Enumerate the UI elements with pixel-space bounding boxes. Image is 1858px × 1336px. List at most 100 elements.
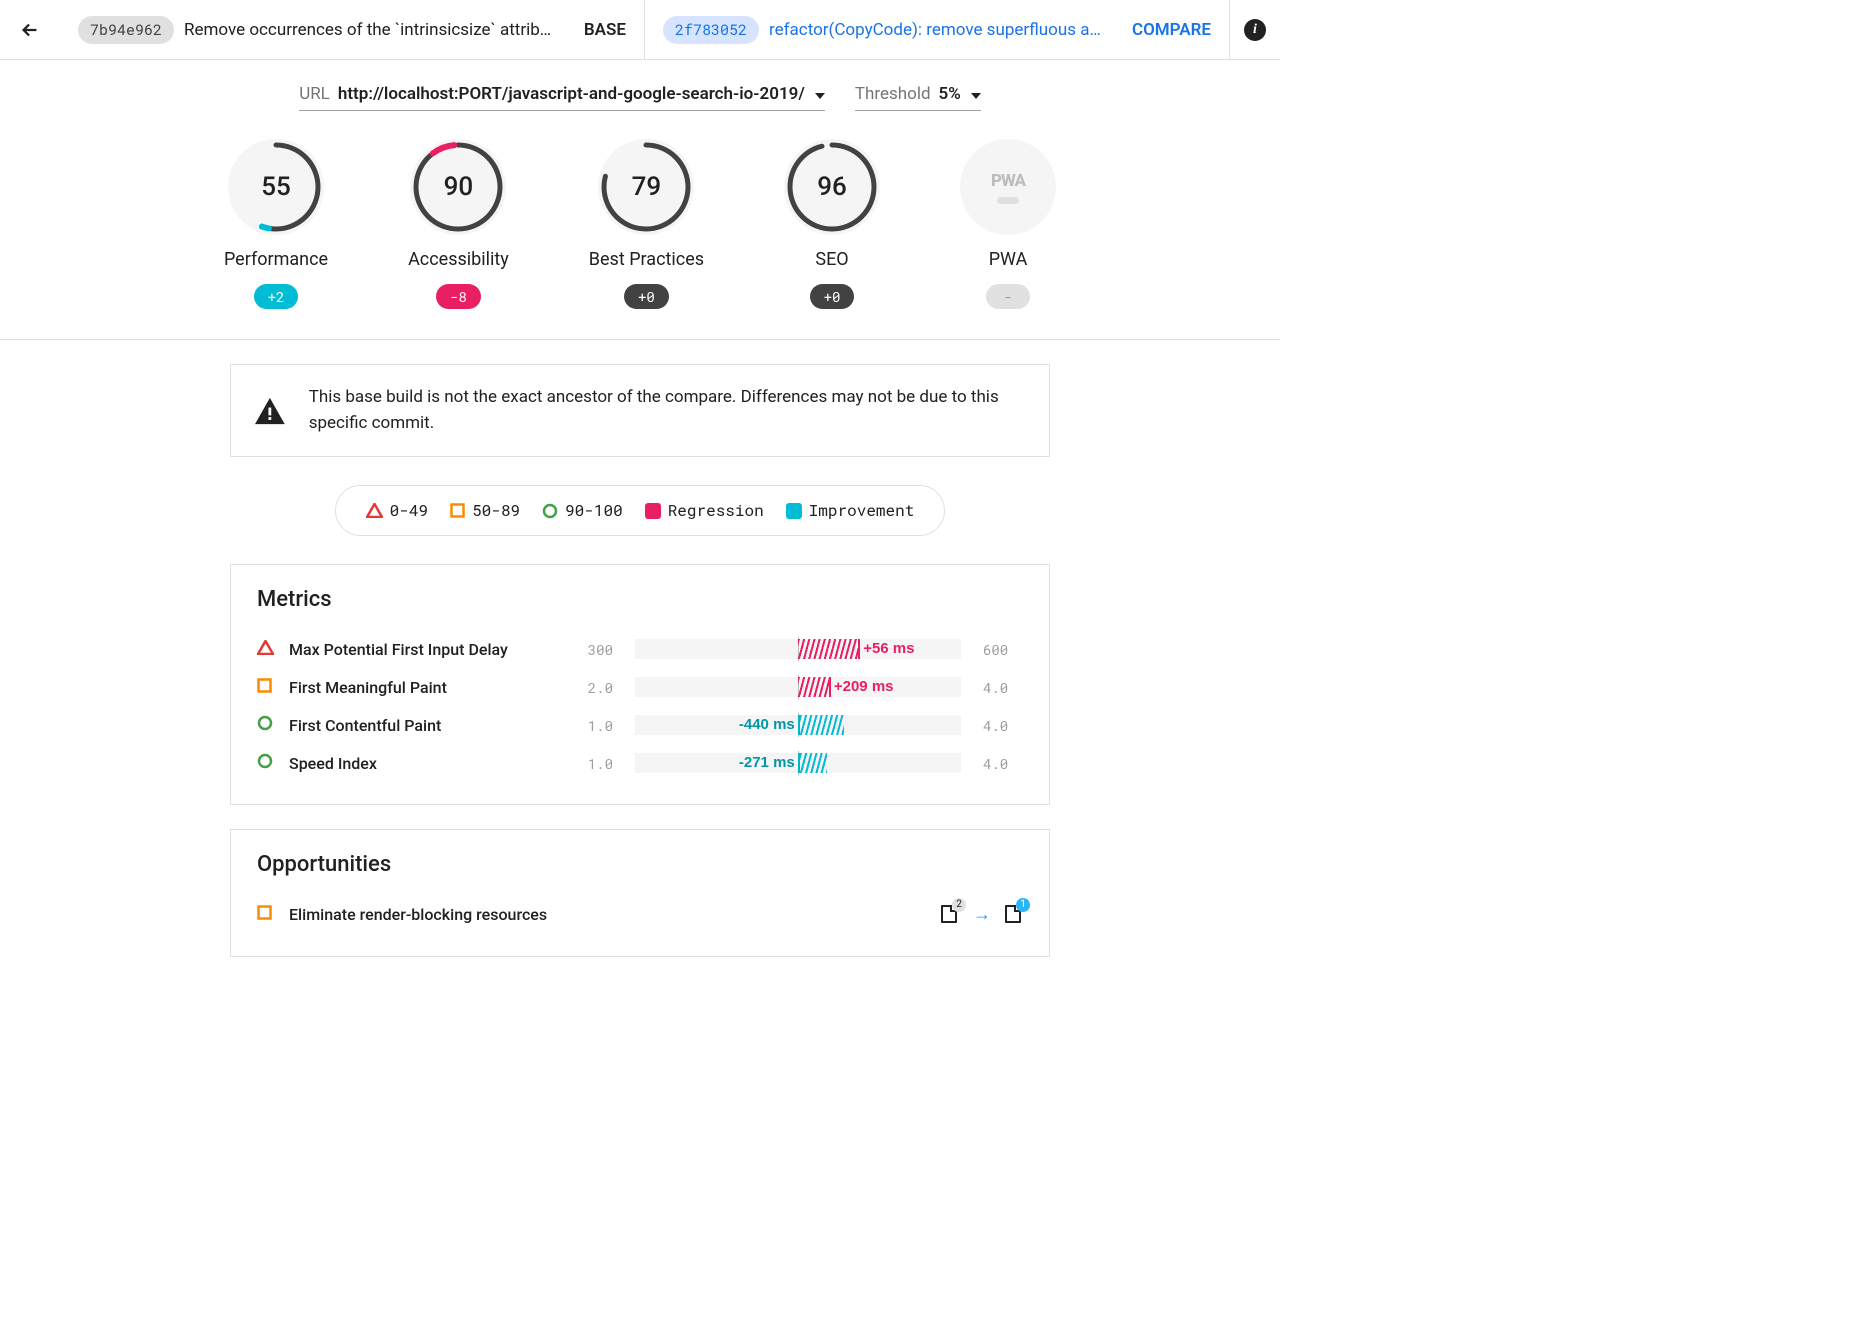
compare-commit-section[interactable]: 2f783052 refactor(CopyCode): remove supe… — [645, 0, 1230, 59]
metric-name: Speed Index — [289, 754, 559, 773]
metric-min: 1.0 — [573, 716, 613, 735]
metric-range-icon — [257, 753, 275, 773]
pwa-icon: PWA — [960, 139, 1056, 235]
gauge-score: 96 — [784, 139, 880, 235]
url-selector[interactable]: URL http://localhost:PORT/javascript-and… — [299, 84, 825, 111]
gauge-accessibility[interactable]: 90 Accessibility -8 — [408, 139, 509, 309]
arrow-left-icon — [19, 19, 41, 41]
gauge-seo[interactable]: 96 SEO +0 — [784, 139, 880, 309]
doc-before-icon: 2 — [941, 905, 959, 925]
gauge-performance[interactable]: 55 Performance +2 — [224, 139, 328, 309]
square-icon — [450, 503, 465, 518]
header-bar: 7b94e962 Remove occurrences of the `intr… — [0, 0, 1280, 60]
opportunities-title: Opportunities — [257, 852, 1023, 877]
gauge-pwa[interactable]: PWA PWA - — [960, 139, 1056, 309]
gauge-delta: +0 — [810, 284, 855, 309]
legend-avg-label: 50-89 — [472, 500, 520, 521]
gauge-score: 90 — [410, 139, 506, 235]
threshold-label: Threshold — [855, 84, 931, 104]
metric-max: 4.0 — [983, 754, 1023, 773]
legend-regression: Regression — [645, 500, 764, 521]
legend-improvement-label: Improvement — [809, 500, 915, 521]
gauge-delta: - — [986, 284, 1030, 309]
gauge-label: Best Practices — [589, 249, 704, 270]
gauge-delta: -8 — [436, 284, 481, 309]
base-label: BASE — [584, 20, 626, 40]
filters-row: URL http://localhost:PORT/javascript-and… — [0, 60, 1280, 129]
gauge-delta: +0 — [624, 284, 669, 309]
metric-delta: +209 ms — [834, 678, 894, 695]
metric-delta: +56 ms — [863, 640, 914, 657]
opportunity-diff-icons: 2 → 1 — [941, 904, 1023, 925]
metric-range-icon — [257, 678, 275, 697]
metric-row[interactable]: Speed Index 1.0 -271 ms 4.0 — [257, 744, 1023, 782]
gauge-label: Accessibility — [408, 249, 509, 270]
legend-pass: 90-100 — [542, 500, 623, 521]
metric-row[interactable]: First Contentful Paint 1.0 -440 ms 4.0 — [257, 706, 1023, 744]
metric-min: 300 — [573, 640, 613, 659]
badge-before: 2 — [952, 898, 966, 912]
gauges-row: 55 Performance +2 90 Accessibility -8 79 Be… — [0, 129, 1280, 340]
metrics-card: Metrics Max Potential First Input Delay … — [230, 564, 1050, 805]
url-value: http://localhost:PORT/javascript-and-goo… — [338, 84, 805, 104]
warning-icon — [255, 396, 285, 426]
content-area: This base build is not the exact ancesto… — [230, 340, 1050, 1005]
metric-name: First Meaningful Paint — [289, 678, 559, 697]
badge-after: 1 — [1016, 898, 1030, 912]
opportunities-card: Opportunities Eliminate render-blocking … — [230, 829, 1050, 957]
metric-bar: -271 ms — [635, 753, 961, 773]
info-icon: i — [1244, 19, 1266, 41]
triangle-icon — [366, 503, 383, 518]
gauge-label: Performance — [224, 249, 328, 270]
metric-delta: -271 ms — [739, 754, 795, 771]
back-button[interactable] — [0, 19, 60, 41]
legend-pass-label: 90-100 — [565, 500, 623, 521]
opportunity-name: Eliminate render-blocking resources — [289, 905, 547, 924]
metric-range-icon — [257, 715, 275, 735]
doc-after-icon: 1 — [1005, 905, 1023, 925]
threshold-value: 5% — [939, 84, 961, 104]
warning-banner: This base build is not the exact ancesto… — [230, 364, 1050, 457]
url-label: URL — [299, 84, 330, 104]
arrow-right-icon: → — [973, 904, 991, 925]
metric-min: 1.0 — [573, 754, 613, 773]
metric-min: 2.0 — [573, 678, 613, 697]
info-button[interactable]: i — [1230, 19, 1280, 41]
gauge-score: 79 — [598, 139, 694, 235]
base-hash: 7b94e962 — [78, 16, 174, 44]
metric-max: 4.0 — [983, 678, 1023, 697]
circle-icon — [542, 503, 558, 519]
legend-fail: 0-49 — [366, 500, 428, 521]
opportunity-row[interactable]: Eliminate render-blocking resources 2 → … — [257, 895, 1023, 934]
gauge-label: PWA — [989, 249, 1028, 270]
metrics-title: Metrics — [257, 587, 1023, 612]
legend: 0-49 50-89 90-100 Regression Improvement — [335, 485, 946, 536]
compare-commit-message: refactor(CopyCode): remove superfluous a… — [769, 20, 1124, 40]
compare-hash: 2f783052 — [663, 16, 759, 44]
legend-improvement: Improvement — [786, 500, 915, 521]
metric-max: 600 — [983, 640, 1023, 659]
metric-range-icon — [257, 640, 275, 659]
gauge-best-practices[interactable]: 79 Best Practices +0 — [589, 139, 704, 309]
threshold-selector[interactable]: Threshold 5% — [855, 84, 981, 111]
legend-average: 50-89 — [450, 500, 520, 521]
metric-bar: +209 ms — [635, 677, 961, 697]
chevron-down-icon — [971, 93, 981, 99]
metric-row[interactable]: Max Potential First Input Delay 300 +56 … — [257, 630, 1023, 668]
metric-max: 4.0 — [983, 716, 1023, 735]
gauge-label: SEO — [815, 249, 848, 270]
compare-label: COMPARE — [1132, 20, 1211, 40]
metric-delta: -440 ms — [739, 716, 795, 733]
regression-swatch — [645, 503, 661, 519]
base-commit-section[interactable]: 7b94e962 Remove occurrences of the `intr… — [60, 0, 645, 59]
opportunity-range-icon — [257, 905, 275, 924]
metric-bar: -440 ms — [635, 715, 961, 735]
gauge-score: 55 — [228, 139, 324, 235]
base-commit-message: Remove occurrences of the `intrinsicsize… — [184, 20, 576, 40]
metric-row[interactable]: First Meaningful Paint 2.0 +209 ms 4.0 — [257, 668, 1023, 706]
legend-regression-label: Regression — [668, 500, 764, 521]
metric-bar: +56 ms — [635, 639, 961, 659]
legend-fail-label: 0-49 — [390, 500, 428, 521]
metric-name: Max Potential First Input Delay — [289, 640, 559, 659]
gauge-delta: +2 — [254, 284, 299, 309]
